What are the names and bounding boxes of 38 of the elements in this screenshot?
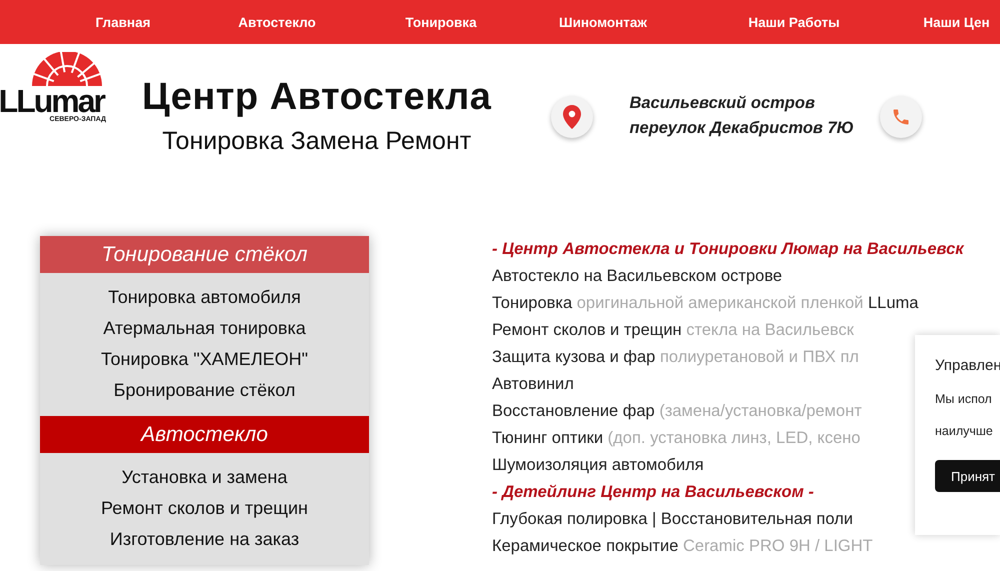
service-line: Защита кузова и фар полиуретановой и ПВХ пл — [492, 347, 859, 368]
nav-link[interactable]: Автостекло — [203, 14, 351, 30]
menu-item[interactable]: Бронирование стёкол — [114, 378, 296, 402]
menu-item[interactable]: Тонировка "ХАМЕЛЕОН" — [100, 347, 308, 371]
logo-text: LLumar — [0, 86, 104, 116]
phone-icon[interactable] — [880, 96, 922, 138]
section-heading: - Центр Автостекла и Тонировки Люмар на Васильевск — [492, 239, 964, 260]
nav-link[interactable]: Тонировка — [351, 14, 531, 30]
service-line: Керамическое покрытие Ceramic PRO 9H / LIGHT — [492, 536, 873, 557]
service-line: Шумоизоляция автомобиля — [492, 455, 704, 476]
nav-link[interactable]: Наши Цен — [913, 14, 1000, 30]
menu-item[interactable]: Атермальная тонировка — [103, 316, 306, 340]
menu-item[interactable]: Тонировка автомобиля — [108, 285, 301, 309]
location-pin-icon[interactable] — [551, 96, 594, 138]
address-line: переулок Декабристов 7Ю — [629, 119, 854, 138]
menu-section-header[interactable]: Автостекло — [40, 416, 369, 453]
nav-link[interactable]: Наши Работы — [675, 14, 913, 30]
menu-section-header[interactable]: Тонирование стёкол — [40, 236, 369, 273]
service-line: Автовинил — [492, 374, 574, 395]
cookie-text: наилучше — [935, 424, 994, 438]
nav-link[interactable]: Главная — [43, 14, 203, 30]
site-title: Центр Автостекла — [142, 76, 492, 119]
section-heading: - Детейлинг Центр на Васильевском - — [492, 482, 814, 503]
menu-item[interactable]: Ремонт сколов и трещин — [101, 496, 308, 520]
nav-link[interactable]: Шиномонтаж — [531, 14, 675, 30]
logo-sun-icon — [30, 52, 104, 86]
service-line: Восстановление фар (замена/установка/ремонт — [492, 401, 862, 422]
accept-button[interactable]: Принят — [935, 460, 1000, 492]
service-line: Тюнинг оптики (доп. установка линз, LED, ксено — [492, 428, 860, 449]
service-line: Ремонт сколов и трещин стекла на Васильевск — [492, 320, 854, 341]
service-line: Глубокая полировка | Восстановительная поли — [492, 509, 854, 530]
address-line: Васильевский остров — [629, 94, 816, 113]
menu-item[interactable]: Установка и замена — [122, 465, 288, 489]
service-line: Тонировка оригинальной американской пленкой LLuma — [492, 293, 918, 314]
site-subtitle: Тонировка Замена Ремонт — [162, 127, 472, 156]
service-line: Автостекло на Васильевском острове — [492, 266, 782, 287]
menu-item[interactable]: Изготовление на заказ — [110, 527, 300, 551]
cookie-text: Мы испол — [935, 392, 993, 406]
